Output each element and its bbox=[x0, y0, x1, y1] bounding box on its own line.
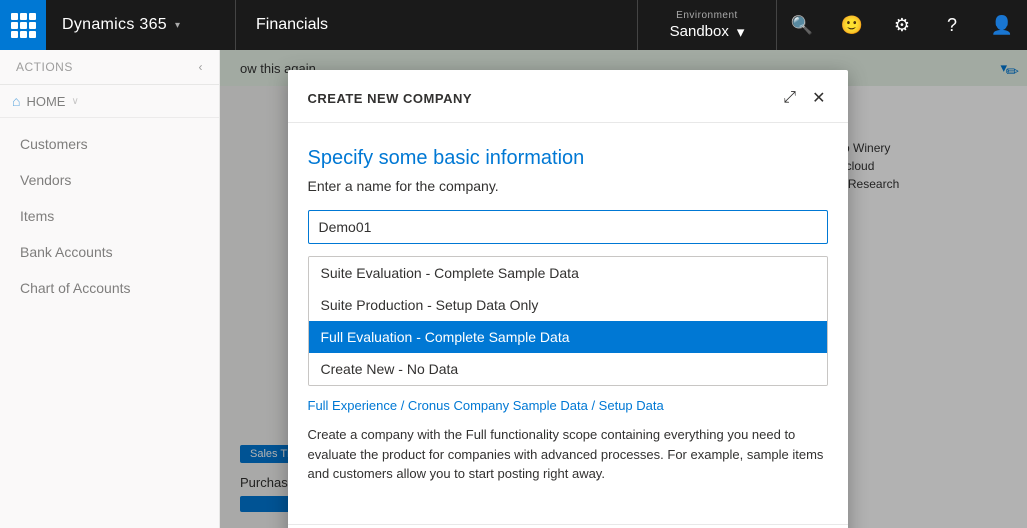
app-name[interactable]: Dynamics 365 ▾ bbox=[46, 0, 236, 50]
home-icon[interactable]: ⌂ bbox=[12, 93, 20, 109]
sidebar-item-vendors[interactable]: Vendors bbox=[0, 162, 219, 198]
env-chevron-icon: ▾ bbox=[737, 23, 745, 41]
sidebar-item-chart-accounts[interactable]: Chart of Accounts bbox=[0, 270, 219, 306]
environment-value: Sandbox ▾ bbox=[670, 23, 745, 41]
sidebar-item-customers[interactable]: Customers bbox=[0, 126, 219, 162]
dropdown-item-suite-eval[interactable]: Suite Evaluation - Complete Sample Data bbox=[309, 257, 827, 289]
company-name-input[interactable] bbox=[308, 210, 828, 244]
help-button[interactable]: ? bbox=[927, 0, 977, 50]
sidebar-collapse-icon[interactable]: ‹ bbox=[199, 60, 204, 74]
create-company-modal: CREATE NEW COMPANY ⤢ ✕ Specify some basi… bbox=[288, 70, 848, 528]
sidebar-nav: Customers Vendors Items Bank Accounts Ch… bbox=[0, 118, 219, 314]
settings-button[interactable]: ⚙ bbox=[877, 0, 927, 50]
modal-header: CREATE NEW COMPANY ⤢ ✕ bbox=[288, 70, 848, 123]
grid-icon bbox=[11, 13, 36, 38]
app-name-label: Dynamics 365 bbox=[62, 16, 167, 34]
sidebar-item-bank-accounts[interactable]: Bank Accounts bbox=[0, 234, 219, 270]
breadcrumb: ⌂ HOME ∨ bbox=[0, 85, 219, 118]
main-panel: ow this again. ▾ es Value Coho Winery Re… bbox=[220, 50, 1027, 528]
app-grid-button[interactable] bbox=[0, 0, 46, 50]
profile-button[interactable]: 👤 bbox=[977, 0, 1027, 50]
dropdown-item-suite-prod[interactable]: Suite Production - Setup Data Only bbox=[309, 289, 827, 321]
dropdown-item-create-new[interactable]: Create New - No Data bbox=[309, 353, 827, 385]
sidebar-actions-header: ACTIONS ‹ bbox=[0, 50, 219, 85]
modal-body: Specify some basic information Enter a n… bbox=[288, 123, 848, 524]
breadcrumb-text: HOME bbox=[26, 94, 65, 109]
modal-option-desc: Full Experience / Cronus Company Sample … bbox=[308, 398, 828, 413]
feedback-button[interactable]: 🙂 bbox=[827, 0, 877, 50]
breadcrumb-chevron-icon: ∨ bbox=[71, 96, 78, 107]
template-dropdown-list: Suite Evaluation - Complete Sample Data … bbox=[308, 256, 828, 386]
dropdown-item-full-eval[interactable]: Full Evaluation - Complete Sample Data bbox=[309, 321, 827, 353]
topbar: Dynamics 365 ▾ Financials Environment Sa… bbox=[0, 0, 1027, 50]
modal-close-button[interactable]: ✕ bbox=[810, 86, 827, 110]
sidebar-item-items[interactable]: Items bbox=[0, 198, 219, 234]
modal-step-title: Specify some basic information bbox=[308, 147, 828, 170]
environment-label: Environment bbox=[676, 10, 738, 21]
environment-selector[interactable]: Environment Sandbox ▾ bbox=[637, 0, 777, 50]
modal-footer: Back Next Finish bbox=[288, 524, 848, 528]
sidebar: ACTIONS ‹ ⌂ HOME ∨ Customers Vendors Ite… bbox=[0, 50, 220, 528]
modal-title: CREATE NEW COMPANY bbox=[308, 91, 473, 106]
search-button[interactable]: 🔍 bbox=[777, 0, 827, 50]
modal-step-desc: Enter a name for the company. bbox=[308, 178, 828, 194]
app-chevron-icon: ▾ bbox=[175, 20, 180, 31]
modal-header-actions: ⤢ ✕ bbox=[781, 86, 827, 110]
modal-expand-button[interactable]: ⤢ bbox=[781, 86, 798, 110]
module-name: Financials bbox=[236, 16, 637, 34]
modal-option-body: Create a company with the Full functiona… bbox=[308, 425, 828, 484]
actions-label: ACTIONS bbox=[16, 60, 73, 74]
content-area: ACTIONS ‹ ⌂ HOME ∨ Customers Vendors Ite… bbox=[0, 50, 1027, 528]
